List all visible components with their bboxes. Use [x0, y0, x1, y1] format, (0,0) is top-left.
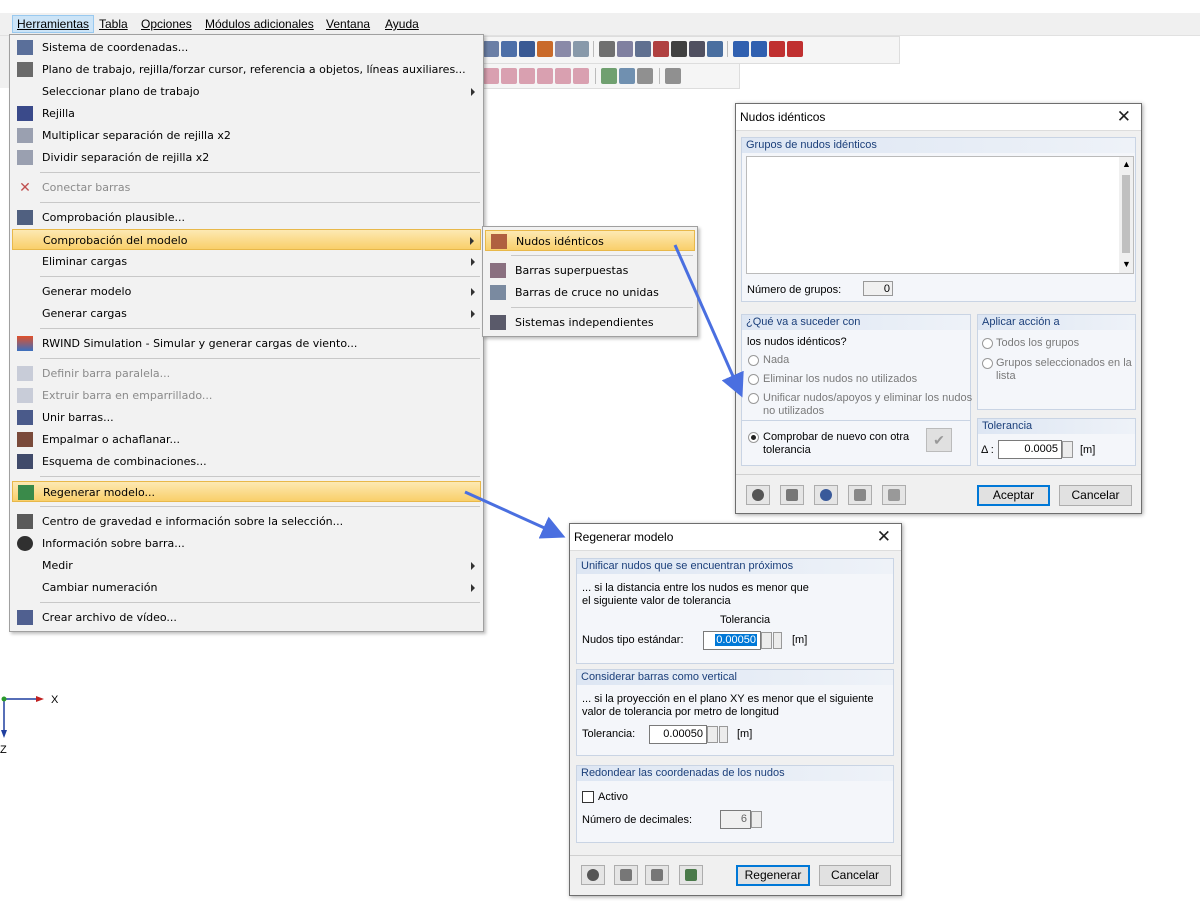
annotation-arrows — [464, 244, 744, 539]
arrow-to-identical-nodes-dialog — [673, 244, 744, 398]
arrow-to-regenerate-dialog — [464, 490, 566, 539]
